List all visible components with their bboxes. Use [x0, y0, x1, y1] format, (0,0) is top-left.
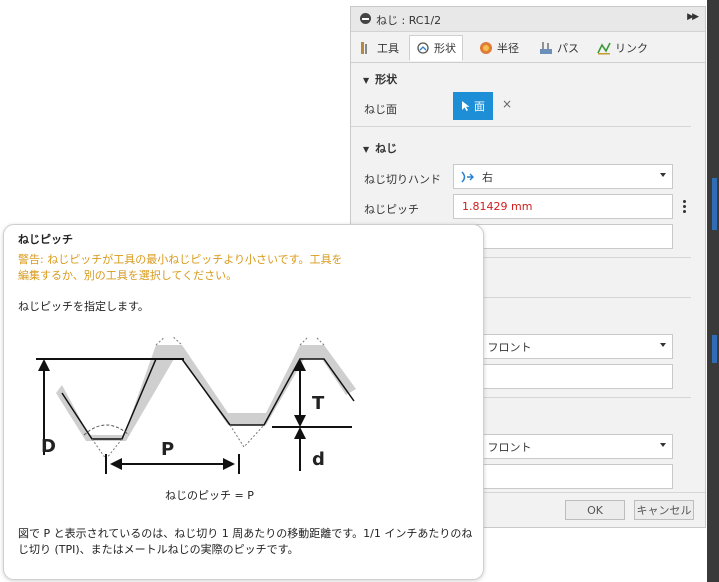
label-T: T — [312, 393, 325, 414]
tab-label: リンク — [615, 42, 648, 55]
radius-icon — [480, 42, 492, 54]
thread-depth-input[interactable]: mm — [453, 224, 673, 249]
arrowhead-icon — [223, 458, 235, 470]
cancel-button[interactable]: キャンセル — [634, 500, 694, 520]
panel-title: ねじ : RC1/2 — [376, 14, 442, 27]
thread-pitch-input[interactable]: 1.81429 mm — [453, 194, 673, 219]
diagram-caption: ねじのピッチ = P — [165, 489, 254, 502]
section-thread-header[interactable]: ▼ ねじ — [363, 140, 397, 156]
section-divider — [351, 126, 691, 127]
expand-icon[interactable]: ▶▶ — [687, 12, 699, 22]
root-dashed-line — [91, 424, 265, 460]
background-accent-mark — [712, 335, 717, 363]
right-hand-thread-icon — [461, 171, 474, 183]
collapse-triangle-icon: ▼ — [363, 76, 370, 85]
thread-face-label: ねじ面 — [364, 103, 397, 116]
tab-passes[interactable]: パス — [533, 35, 585, 61]
tooltip-footer: 図で P と表示されているのは、ねじ切り 1 周あたりの移動距離です。1/1 イ… — [18, 527, 473, 556]
minus-circle-icon[interactable] — [360, 13, 371, 24]
arrowhead-icon — [294, 415, 306, 427]
label-P: P — [161, 439, 174, 460]
bottom-reference-select[interactable]: デル フロント — [453, 434, 673, 459]
tab-linking[interactable]: リンク — [591, 35, 654, 61]
arrowhead-icon — [38, 359, 50, 371]
chevron-down-icon — [660, 443, 666, 447]
panel-titlebar: ねじ : RC1/2 ▶▶ — [351, 7, 705, 32]
ok-button[interactable]: OK — [565, 500, 625, 520]
collapse-triangle-icon: ▼ — [363, 145, 370, 154]
tab-label: 工具 — [377, 42, 399, 55]
thread-pitch-diagram: D P T d ねじのピッチ = P — [36, 337, 356, 502]
tab-label: パス — [557, 42, 579, 55]
passes-icon — [540, 42, 552, 54]
top-offset-input[interactable] — [453, 364, 673, 389]
crest-dashed-line — [155, 337, 325, 346]
linking-icon — [597, 42, 611, 55]
face-select-button[interactable]: 面 — [453, 92, 493, 120]
label-d: d — [312, 449, 325, 470]
geometry-icon — [417, 42, 429, 54]
root-radius-arc — [83, 424, 130, 436]
threading-hand-label: ねじ切りハンド — [364, 173, 441, 186]
tab-radius[interactable]: 半径 — [473, 35, 525, 61]
more-options-icon[interactable] — [683, 200, 686, 215]
tab-label: 半径 — [497, 42, 519, 55]
tooltip-description: ねじピッチを指定します。 — [18, 300, 149, 313]
tooltip-warning: 警告: ねじピッチが工具の最小ねじピッチより小さいです。工具を編集するか、別の工… — [18, 253, 343, 282]
label-D: D — [41, 436, 56, 457]
thread-pitch-tooltip: ねじピッチ 警告: ねじピッチが工具の最小ねじピッチより小さいです。工具を編集す… — [3, 224, 484, 580]
background-window-edge — [707, 0, 719, 582]
arrowhead-icon — [294, 427, 306, 439]
bottom-offset-input[interactable]: m — [453, 464, 673, 489]
tooltip-title: ねじピッチ — [18, 233, 73, 246]
cursor-icon — [462, 101, 470, 111]
top-reference-select[interactable]: デル フロント — [453, 334, 673, 359]
tab-label: 形状 — [434, 42, 456, 55]
background-accent-mark — [712, 178, 717, 230]
chevron-down-icon — [660, 343, 666, 347]
section-geometry-header[interactable]: ▼ 形状 — [363, 71, 397, 87]
clear-selection-button[interactable]: × — [502, 97, 512, 111]
threading-hand-select[interactable]: 右 — [453, 164, 673, 189]
tab-geometry[interactable]: 形状 — [409, 35, 463, 61]
arrowhead-icon — [110, 458, 122, 470]
chevron-down-icon — [660, 173, 666, 177]
thread-pitch-label: ねじピッチ — [364, 203, 419, 216]
tab-bar: 工具 形状 半径 パス リンク — [351, 32, 705, 63]
tab-tool[interactable]: 工具 — [353, 35, 405, 61]
tool-icon — [361, 42, 367, 54]
